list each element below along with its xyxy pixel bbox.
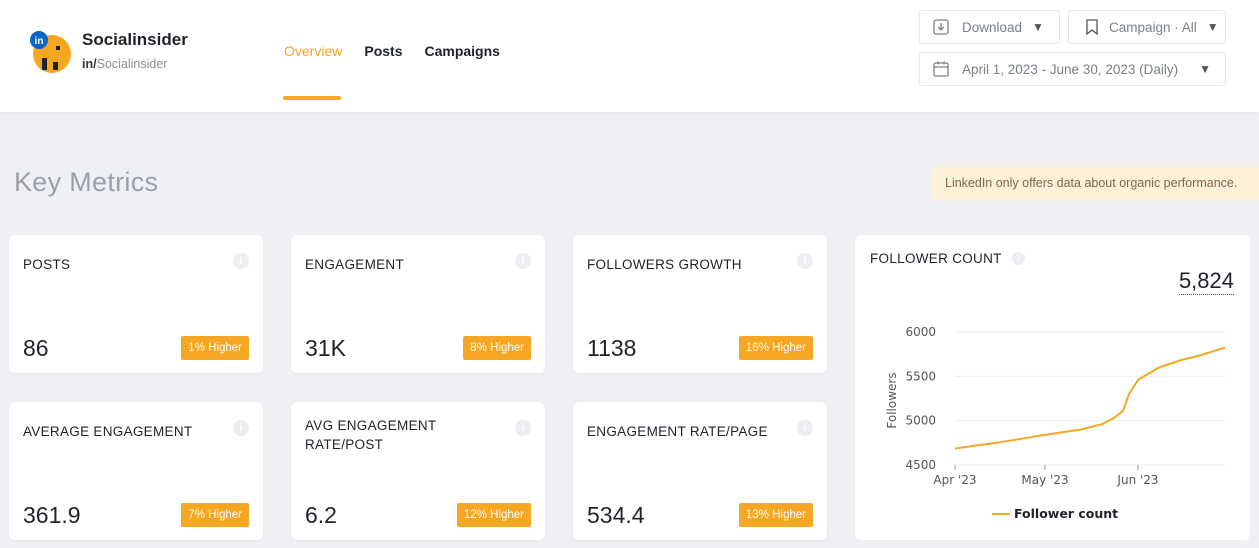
- info-icon[interactable]: i: [233, 253, 249, 269]
- metric-card-avg-engagement-rate-post: AVG ENGAGEMENT RATE/POST i 6.2 12% Highe…: [291, 402, 545, 540]
- handle-prefix: in/: [82, 57, 97, 71]
- chevron-down-icon: ▼: [1199, 62, 1211, 76]
- chevron-down-icon: ▼: [1032, 20, 1044, 34]
- metric-label: AVG ENGAGEMENT RATE/POST: [305, 418, 437, 452]
- y-axis-label: Followers: [885, 372, 899, 428]
- metric-label: ENGAGEMENT RATE/PAGE: [587, 424, 768, 439]
- metric-card-engagement-rate-page: ENGAGEMENT RATE/PAGE i 534.4 13% Higher: [573, 402, 827, 540]
- metric-card-posts: POSTS i 86 1% Higher: [9, 235, 263, 373]
- metric-value: 534.4: [587, 502, 645, 528]
- bookmark-icon: [1086, 19, 1098, 36]
- metric-label: AVERAGE ENGAGEMENT: [23, 424, 193, 439]
- metric-card-followers-growth: FOLLOWERS GROWTH i 1138 16% Higher: [573, 235, 827, 373]
- tab-campaigns[interactable]: Campaigns: [424, 43, 499, 59]
- date-range-label: April 1, 2023 - June 30, 2023 (Daily): [962, 61, 1179, 77]
- info-icon[interactable]: i: [233, 420, 249, 436]
- metric-value: 1138: [587, 335, 637, 361]
- tab-overview[interactable]: Overview: [284, 43, 342, 59]
- metric-value: 361.9: [23, 502, 81, 528]
- brand-handle: in/Socialinsider: [82, 57, 167, 71]
- y-tick-label: 5500: [905, 369, 936, 383]
- follower-count-card: FOLLOWER COUNT i 5,824 4500 5000 5500 6000 F…: [855, 235, 1250, 540]
- metric-label: POSTS: [23, 257, 71, 272]
- top-header: in Socialinsider in/Socialinsider Overvi…: [0, 0, 1259, 112]
- info-icon[interactable]: i: [797, 253, 813, 269]
- date-range-picker[interactable]: April 1, 2023 - June 30, 2023 (Daily) ▼: [919, 52, 1226, 86]
- series-line-follower-count: [954, 346, 1226, 450]
- chevron-down-icon: ▼: [1206, 20, 1219, 34]
- metric-value: 6.2: [305, 502, 337, 528]
- comparison-badge: 16% Higher: [738, 336, 813, 360]
- metric-value: 86: [23, 335, 49, 361]
- metric-label: FOLLOWERS GROWTH: [587, 257, 742, 272]
- handle-text: Socialinsider: [96, 57, 168, 71]
- comparison-badge: 13% Higher: [738, 503, 813, 527]
- metric-value: 31K: [305, 335, 346, 361]
- download-label: Download: [962, 19, 1023, 35]
- brand-name: Socialinsider: [82, 30, 188, 49]
- metric-card-engagement: ENGAGEMENT i 31K 8% Higher: [291, 235, 545, 373]
- info-notice: LinkedIn only offers data about organic …: [932, 166, 1259, 200]
- comparison-badge: 7% Higher: [181, 503, 249, 527]
- info-icon[interactable]: i: [515, 253, 531, 269]
- active-tab-indicator: [283, 96, 341, 100]
- section-title: Key Metrics: [14, 167, 159, 197]
- linkedin-badge-icon: in: [35, 36, 44, 47]
- info-icon[interactable]: i: [515, 420, 531, 436]
- info-icon[interactable]: i: [797, 420, 813, 436]
- metric-label: ENGAGEMENT: [305, 257, 405, 272]
- legend-label: Follower count: [1014, 506, 1118, 521]
- x-tick-label: May '23: [1021, 473, 1068, 487]
- download-icon: [933, 19, 949, 35]
- calendar-icon: [933, 61, 949, 77]
- y-tick-label: 6000: [905, 325, 936, 339]
- comparison-badge: 1% Higher: [181, 336, 249, 360]
- campaign-filter-label: Campaign · All: [1109, 19, 1197, 35]
- download-button[interactable]: Download ▼: [919, 10, 1060, 44]
- comparison-badge: 8% Higher: [463, 336, 531, 360]
- main-nav: Overview Posts Campaigns: [284, 43, 500, 59]
- tab-posts[interactable]: Posts: [364, 43, 402, 59]
- metric-card-average-engagement: AVERAGE ENGAGEMENT i 361.9 7% Higher: [9, 402, 263, 540]
- x-tick-label: Apr '23: [933, 473, 976, 487]
- comparison-badge: 12% Higher: [456, 503, 531, 527]
- profile-avatar[interactable]: in: [28, 30, 72, 74]
- follower-line-chart: 4500 5000 5500 6000 Followers Apr '23 May '23 J…: [885, 325, 1226, 521]
- brand-block: in Socialinsider in/Socialinsider: [28, 26, 288, 76]
- campaign-filter-dropdown[interactable]: Campaign · All ▼: [1068, 10, 1226, 44]
- y-tick-label: 4500: [905, 458, 936, 472]
- y-tick-label: 5000: [905, 414, 936, 428]
- x-tick-label: Jun '23: [1116, 473, 1158, 487]
